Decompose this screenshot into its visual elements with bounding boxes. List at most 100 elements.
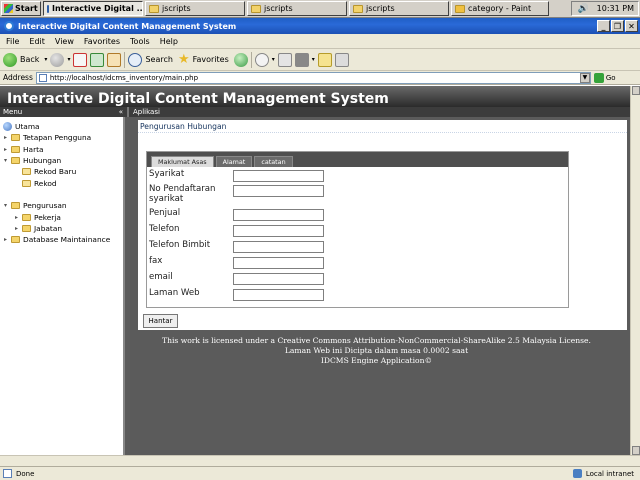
collapse-icon[interactable]: ▾ <box>3 202 8 209</box>
back-icon[interactable] <box>3 52 17 67</box>
minimize-button[interactable]: _ <box>597 20 610 32</box>
scroll-up-icon[interactable] <box>632 86 640 95</box>
edit-icon[interactable] <box>294 52 309 67</box>
tree-item-harta[interactable]: ▸ Harta <box>0 144 123 155</box>
telefon-input[interactable] <box>233 225 324 237</box>
tab-catatan[interactable]: catatan <box>254 156 293 167</box>
messenger-icon[interactable] <box>334 52 349 67</box>
expand-icon[interactable]: ▸ <box>3 236 8 243</box>
tab-alamat[interactable]: Alamat <box>215 156 253 167</box>
field-label: fax <box>149 256 163 266</box>
chevron-down-icon[interactable]: ▾ <box>312 56 315 63</box>
form-row-penjual: Penjual <box>149 208 549 221</box>
discuss-icon[interactable] <box>317 52 332 67</box>
collapse-icon[interactable]: ▾ <box>3 157 8 164</box>
tree-item-label: Pengurusan <box>23 201 67 211</box>
toolbar-separator <box>250 51 252 68</box>
stop-icon[interactable] <box>73 52 88 67</box>
fax-input[interactable] <box>233 257 324 269</box>
tree-item-tetapan-pengguna[interactable]: ▸ Tetapan Pengguna <box>0 132 123 143</box>
tree-item-pekerja[interactable]: ▸ Pekerja <box>0 211 123 222</box>
tree-item-label: Jabatan <box>34 223 63 233</box>
speaker-icon[interactable]: 🔊 <box>577 4 588 14</box>
collapse-icon[interactable]: « <box>119 108 123 116</box>
forward-icon[interactable] <box>50 52 65 67</box>
taskbar-item-jscripts-2[interactable]: jscripts <box>247 1 347 16</box>
expand-icon[interactable]: ▸ <box>3 146 8 153</box>
address-input[interactable]: http://localhost/idcms_inventory/main.ph… <box>35 71 591 84</box>
search-icon[interactable] <box>128 52 143 67</box>
menu-panel-header: Menu « <box>0 107 127 117</box>
email-input[interactable] <box>233 273 324 285</box>
laman-web-input[interactable] <box>233 289 324 301</box>
maximize-button[interactable]: ❐ <box>611 20 624 32</box>
go-button[interactable]: Go <box>593 72 616 83</box>
close-button[interactable]: ✕ <box>625 20 638 32</box>
chevron-down-icon[interactable]: ▼ <box>579 72 590 83</box>
chevron-down-icon[interactable]: ▾ <box>272 56 275 63</box>
tree-item-label: Utama <box>15 122 40 132</box>
folder-open-icon <box>11 157 20 165</box>
menu-edit[interactable]: Edit <box>29 37 45 46</box>
expand-icon[interactable]: ▸ <box>14 214 19 221</box>
syarikat-input[interactable] <box>233 170 324 182</box>
horizontal-scrollbar[interactable] <box>0 455 640 466</box>
taskbar-item-browser[interactable]: Interactive Digital ... <box>43 1 143 16</box>
start-button[interactable]: Start <box>1 1 41 16</box>
tree-item-database-maintainance[interactable]: ▸ Database Maintainance <box>0 234 123 245</box>
tab-maklumat-asas[interactable]: Maklumat Asas <box>151 156 214 167</box>
tree-item-pengurusan[interactable]: ▾ Pengurusan <box>0 200 123 211</box>
folder-icon <box>11 236 20 244</box>
folder-icon <box>353 4 363 13</box>
print-icon[interactable] <box>277 52 292 67</box>
menu-tools[interactable]: Tools <box>130 37 150 46</box>
menu-help[interactable]: Help <box>160 37 178 46</box>
ie-icon <box>4 21 14 31</box>
mail-icon[interactable] <box>254 52 269 67</box>
taskbar-item-paint[interactable]: category - Paint <box>451 1 549 16</box>
scroll-down-icon[interactable] <box>632 446 640 455</box>
menu-view[interactable]: View <box>55 37 74 46</box>
taskbar-item-jscripts-1[interactable]: jscripts <box>145 1 245 16</box>
tree-item-label: Pekerja <box>34 212 61 222</box>
tree-item-rekod[interactable]: Rekod <box>0 177 123 188</box>
back-label[interactable]: Back <box>20 55 39 64</box>
tab-bar: Maklumat Asas Alamat catatan <box>147 152 568 167</box>
taskbar-item-label: Interactive Digital ... <box>52 4 143 13</box>
penjual-input[interactable] <box>233 209 324 221</box>
expand-icon[interactable]: ▸ <box>3 134 8 141</box>
app-header-title: Interactive Digital Content Management S… <box>7 91 389 107</box>
license-text[interactable]: This work is licensed under a Creative C… <box>125 336 628 346</box>
field-label: email <box>149 272 173 282</box>
chevron-down-icon[interactable]: ▾ <box>67 56 70 63</box>
search-label[interactable]: Search <box>145 55 172 64</box>
system-tray: 🔊 10:31 PM <box>571 1 639 16</box>
home-icon[interactable] <box>107 52 122 67</box>
tree-item-label: Hubungan <box>23 156 62 166</box>
chevron-down-icon[interactable]: ▾ <box>44 56 47 63</box>
expand-icon[interactable]: ▸ <box>14 225 19 232</box>
telefon-bimbit-input[interactable] <box>233 241 324 253</box>
folder-open-icon <box>11 202 20 210</box>
favorites-label[interactable]: Favorites <box>193 55 229 64</box>
tree-item-hubungan[interactable]: ▾ Hubungan <box>0 155 123 166</box>
taskbar-item-label: jscripts <box>162 4 191 13</box>
tree-item-utama[interactable]: Utama <box>0 121 123 132</box>
tree-item-rekod-baru[interactable]: Rekod Baru <box>0 166 123 177</box>
vertical-scrollbar[interactable] <box>630 86 640 455</box>
hantar-button[interactable]: Hantar <box>143 314 178 328</box>
main-area: Pengurusan Hubungan Maklumat Asas Alamat… <box>125 117 630 455</box>
menu-file[interactable]: File <box>6 37 19 46</box>
form-row-laman-web: Laman Web <box>149 288 549 301</box>
tab-container: Maklumat Asas Alamat catatan Syarikat No… <box>146 151 569 308</box>
folder-icon <box>22 213 31 221</box>
field-label: Syarikat <box>149 169 185 179</box>
favorites-icon[interactable]: ★ <box>178 52 190 67</box>
tree-item-jabatan[interactable]: ▸ Jabatan <box>0 223 123 234</box>
taskbar-item-jscripts-3[interactable]: jscripts <box>349 1 449 16</box>
media-icon[interactable] <box>233 52 248 67</box>
no-pendaftaran-input[interactable] <box>233 185 324 197</box>
refresh-icon[interactable] <box>90 52 105 67</box>
menu-favorites[interactable]: Favorites <box>84 37 120 46</box>
